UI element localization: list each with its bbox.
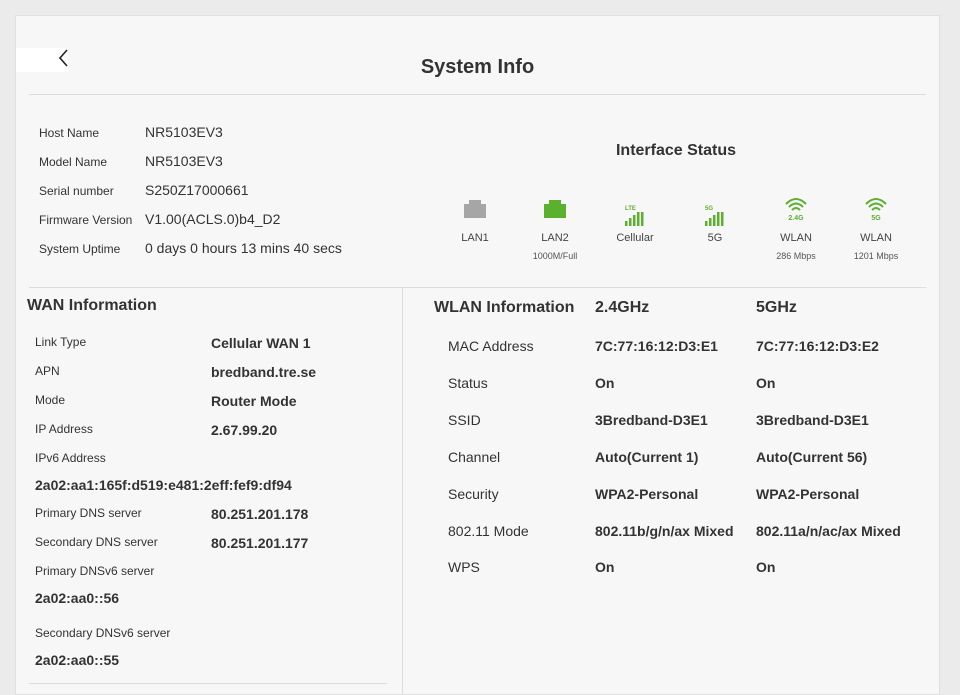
wan-label-secondary-dns: Secondary DNS server [35, 535, 158, 549]
wlan-label-ssid: SSID [448, 412, 481, 428]
divider [29, 287, 926, 288]
wlan-band-24-header: 2.4GHz [595, 299, 650, 316]
wlan-label-mac: MAC Address [448, 338, 534, 354]
info-label: Host Name [39, 126, 100, 140]
divider [29, 683, 387, 684]
5g-badge: 5G [705, 206, 713, 212]
info-row-system-uptime: System Uptime 0 days 0 hours 13 mins 40 … [39, 236, 439, 265]
info-value: S250Z17000661 [145, 182, 249, 198]
wifi-icon: 5G [841, 192, 911, 232]
wan-value-ipv6-address: 2a02:aa1:165f:d519:e481:2eff:fef9:df94 [35, 477, 292, 493]
interface-label: LAN1 [461, 232, 489, 244]
interface-speed: 286 Mbps [776, 251, 816, 261]
signal-bars-icon: 5G [680, 192, 750, 232]
interface-label: WLAN [780, 232, 812, 244]
wifi-icon: 2.4G [761, 192, 831, 232]
column-divider [402, 288, 403, 694]
wan-label-link-type: Link Type [35, 335, 87, 349]
interface-cellular: LTE Cellular [600, 192, 670, 245]
ethernet-port-icon [440, 192, 510, 232]
interface-speed: 1201 Mbps [853, 251, 899, 261]
interface-lan2: LAN2 1000M/Full [520, 192, 590, 261]
wan-value-primary-dnsv6: 2a02:aa0::56 [35, 590, 120, 606]
interface-wlan-24: 2.4G WLAN 286 Mbps [761, 192, 831, 261]
signal-bars-icon: LTE [600, 192, 670, 232]
info-label: Firmware Version [39, 213, 133, 227]
wlan-band-5-header: 5GHz [756, 299, 797, 316]
wlan-24-security: WPA2-Personal [595, 486, 699, 502]
interface-5g: 5G 5G [680, 192, 750, 245]
interface-status-title: Interface Status [615, 142, 737, 159]
wlan-5-80211-mode: 802.11a/n/ac/ax Mixed [756, 523, 901, 539]
info-row-serial-number: Serial number S250Z17000661 [39, 178, 439, 207]
wan-label-primary-dns: Primary DNS server [35, 506, 142, 520]
interface-lan1: LAN1 [440, 192, 510, 245]
wlan-5-mac: 7C:77:16:12:D3:E2 [756, 338, 879, 354]
interface-wlan-5: 5G WLAN 1201 Mbps [841, 192, 911, 261]
interface-label: LAN2 [541, 232, 569, 244]
wlan-24-status: On [595, 375, 615, 391]
info-label: Serial number [39, 184, 114, 198]
divider [29, 94, 926, 95]
wan-value-apn: bredband.tre.se [211, 364, 317, 380]
wan-label-apn: APN [35, 364, 60, 378]
lte-badge: LTE [625, 206, 636, 212]
wlan-5-ssid: 3Bredband-D3E1 [756, 412, 869, 428]
wan-label-mode: Mode [35, 393, 66, 407]
wlan-section-title: WLAN Information [434, 299, 575, 316]
wan-value-ip-address: 2.67.99.20 [211, 422, 278, 438]
5g-badge: 5G [871, 215, 881, 222]
info-row-model-name: Model Name NR5103EV3 [39, 149, 439, 178]
interface-label: Cellular [616, 232, 654, 244]
wan-value-primary-dns: 80.251.201.178 [211, 506, 309, 522]
wlan-label-channel: Channel [448, 449, 501, 465]
interface-label: 5G [707, 232, 723, 244]
page-title: System Info [420, 56, 535, 78]
info-value: V1.00(ACLS.0)b4_D2 [145, 211, 281, 227]
wlan-24-ssid: 3Bredband-D3E1 [595, 412, 708, 428]
wlan-5-status: On [756, 375, 776, 391]
wlan-24-channel: Auto(Current 1) [595, 449, 699, 465]
interface-speed: 1000M/Full [532, 251, 578, 261]
wan-value-secondary-dnsv6: 2a02:aa0::55 [35, 652, 120, 668]
wan-value-mode: Router Mode [211, 393, 297, 409]
ethernet-port-icon [520, 192, 590, 232]
wan-section-title: WAN Information [27, 297, 157, 314]
wan-label-ipv6-address: IPv6 Address [35, 451, 106, 465]
wan-label-secondary-dnsv6: Secondary DNSv6 server [35, 626, 171, 640]
info-label: Model Name [39, 155, 108, 169]
interface-label: WLAN [860, 232, 892, 244]
wlan-5-security: WPA2-Personal [756, 486, 860, 502]
2-4g-badge: 2.4G [788, 215, 804, 222]
wlan-24-mac: 7C:77:16:12:D3:E1 [595, 338, 718, 354]
wlan-label-80211-mode: 802.11 Mode [448, 523, 529, 539]
wlan-label-wps: WPS [448, 559, 480, 575]
wan-value-link-type: Cellular WAN 1 [211, 335, 311, 351]
wlan-5-channel: Auto(Current 56) [756, 449, 868, 465]
info-row-firmware-version: Firmware Version V1.00(ACLS.0)b4_D2 [39, 207, 439, 236]
wan-value-secondary-dns: 80.251.201.177 [211, 535, 309, 551]
info-row-host-name: Host Name NR5103EV3 [39, 120, 439, 149]
info-value: 0 days 0 hours 13 mins 40 secs [145, 240, 342, 256]
wlan-24-wps: On [595, 559, 615, 575]
wlan-label-security: Security [448, 486, 499, 502]
wlan-24-80211-mode: 802.11b/g/n/ax Mixed [595, 523, 734, 539]
wlan-label-status: Status [448, 375, 488, 391]
wan-label-primary-dnsv6: Primary DNSv6 server [35, 564, 155, 578]
system-info-panel: System Info Host Name NR5103EV3 Model Na… [15, 15, 940, 695]
info-label: System Uptime [39, 242, 121, 256]
info-value: NR5103EV3 [145, 153, 223, 169]
wan-label-ip-address: IP Address [35, 422, 93, 436]
info-value: NR5103EV3 [145, 124, 223, 140]
wlan-5-wps: On [756, 559, 776, 575]
